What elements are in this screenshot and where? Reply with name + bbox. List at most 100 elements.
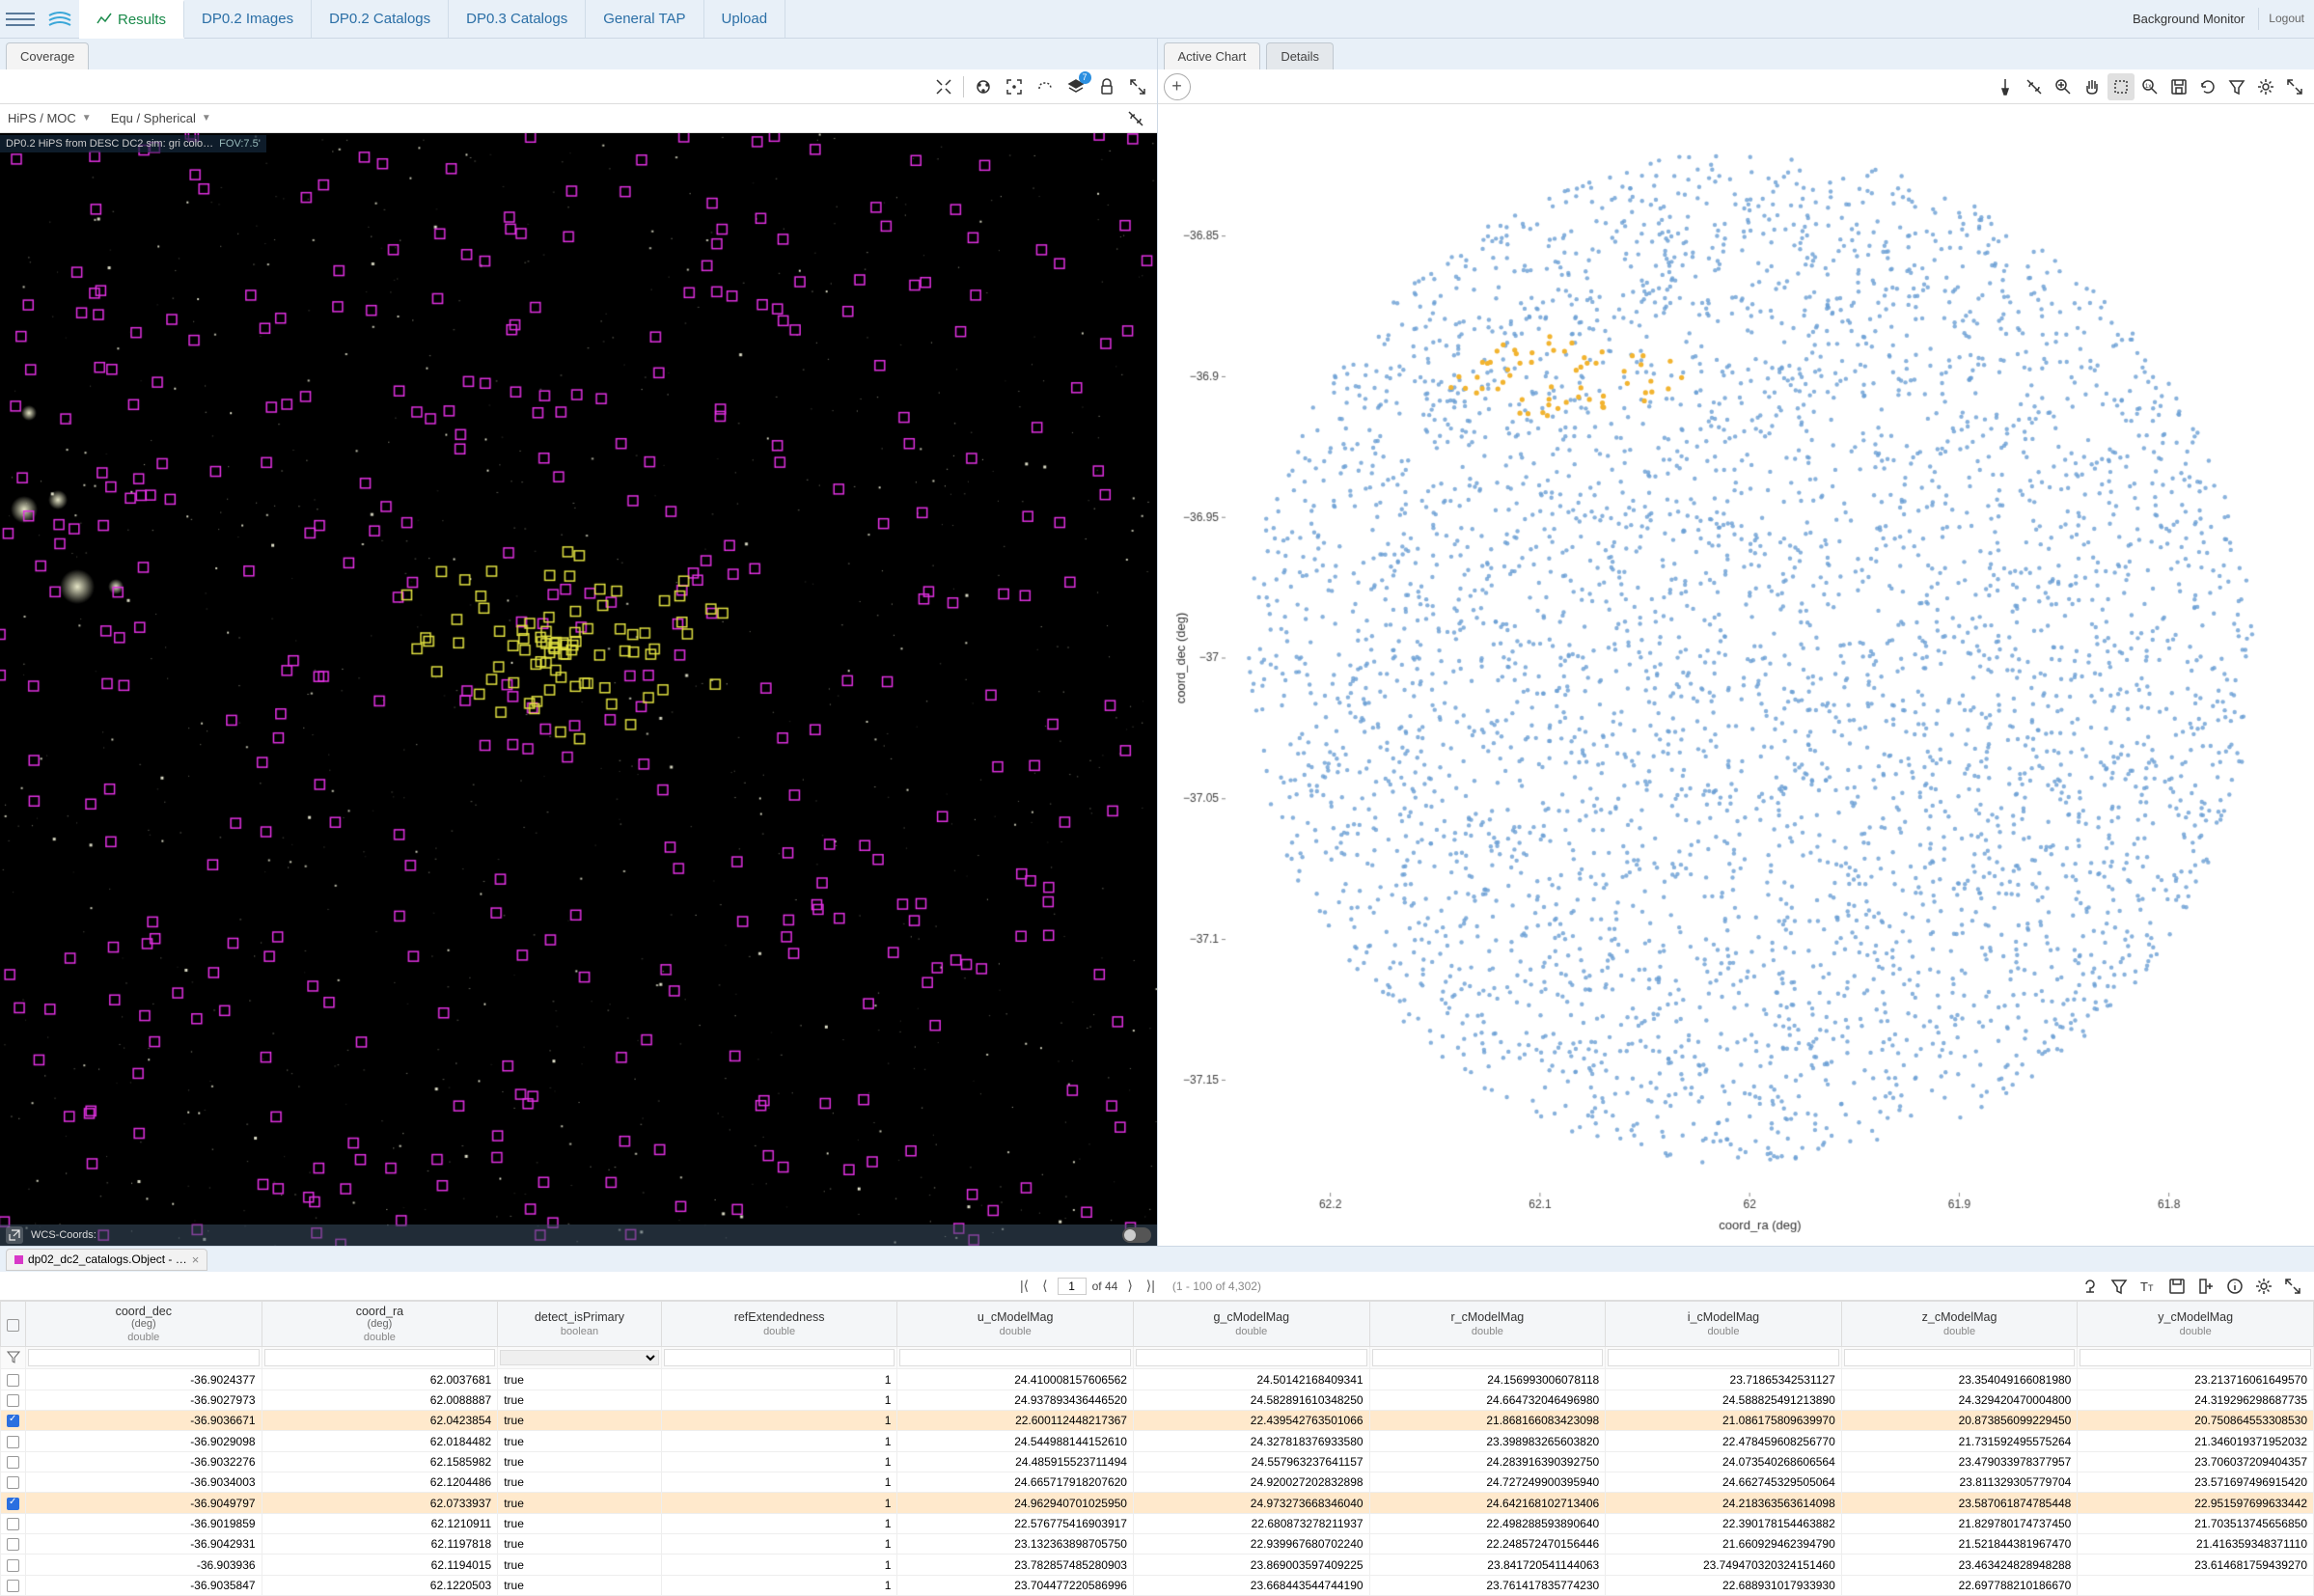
filter-input[interactable] [899,1349,1131,1366]
column-header[interactable]: coord_ra(deg)double [262,1302,498,1347]
tab-coverage[interactable]: Coverage [6,42,89,69]
hips-dropdown[interactable]: HiPS / MOC▼ [8,111,92,125]
filter-input[interactable] [2080,1349,2311,1366]
tab-dp02-catalogs[interactable]: DP0.2 Catalogs [312,0,449,38]
row-checkbox[interactable] [7,1456,19,1469]
microscope-icon[interactable] [2077,1273,2104,1300]
filter-select[interactable] [500,1350,659,1365]
pin-icon[interactable] [1992,73,2019,100]
filter-input[interactable] [664,1349,895,1366]
row-checkbox[interactable] [7,1394,19,1407]
unlink-icon[interactable] [2021,73,2048,100]
tab-details[interactable]: Details [1266,42,1334,69]
sky-image[interactable]: DP0.2 HiPS from DESC DC2 sim: gri colo… … [0,133,1157,1246]
prev-page-button[interactable]: ⟨ [1038,1276,1051,1296]
tab-active-chart[interactable]: Active Chart [1164,42,1261,69]
region-icon[interactable] [1032,73,1059,100]
background-monitor-link[interactable]: Background Monitor [2119,12,2258,26]
lock-icon[interactable] [1093,73,1120,100]
zoom-in-icon[interactable] [2050,73,2077,100]
column-header[interactable]: refExtendednessdouble [661,1302,897,1347]
scatter-chart[interactable] [1158,104,2314,1246]
column-header[interactable]: u_cModelMagdouble [897,1302,1134,1347]
column-header[interactable]: z_cModelMagdouble [1841,1302,2078,1347]
color-icon[interactable] [970,73,997,100]
row-checkbox[interactable] [7,1436,19,1448]
column-header[interactable]: g_cModelMagdouble [1133,1302,1369,1347]
column-header[interactable]: y_cModelMagdouble [2078,1302,2314,1347]
tab-results[interactable]: Results [79,0,184,39]
table-row[interactable]: -36.903667162.0423854true122.60011244821… [1,1411,2314,1431]
filter-input[interactable] [28,1349,260,1366]
filter-input[interactable] [1608,1349,1839,1366]
pan-icon[interactable] [2079,73,2106,100]
link-off-icon[interactable] [1122,105,1149,132]
page-input[interactable] [1058,1278,1087,1295]
zoom-reset-icon[interactable]: 1x [2136,73,2163,100]
filter-input[interactable] [1372,1349,1604,1366]
first-page-button[interactable]: |⟨ [1016,1276,1033,1296]
layers-icon[interactable]: 7 [1062,73,1089,100]
filter-input[interactable] [1136,1349,1367,1366]
table-row[interactable]: -36.904979762.0733937true124.96294070102… [1,1493,2314,1513]
coords-toggle[interactable] [1122,1227,1151,1243]
add-chart-button[interactable]: + [1164,73,1191,100]
table-row[interactable]: -36.903584762.1220503true123.70447722058… [1,1575,2314,1595]
table-row[interactable]: -36.903227662.1585982true124.48591552371… [1,1451,2314,1472]
table-tab[interactable]: dp02_dc2_catalogs.Object - … × [6,1249,207,1271]
text-options-icon[interactable]: TT [2135,1273,2162,1300]
info-icon[interactable] [2221,1273,2248,1300]
column-header[interactable]: coord_dec(deg)double [26,1302,262,1347]
table-row[interactable]: -36.902437762.0037681true124.41000815760… [1,1369,2314,1390]
table-row[interactable]: -36.902909862.0184482true124.54498814415… [1,1431,2314,1451]
reload-icon[interactable] [2194,73,2221,100]
filter-icon[interactable] [7,1350,20,1363]
row-checkbox[interactable] [7,1476,19,1489]
filter-input[interactable] [1844,1349,2076,1366]
table-row[interactable]: -36.90393662.1194015true123.782857485280… [1,1555,2314,1575]
cell: 24.50142168409341 [1133,1369,1369,1390]
column-header[interactable]: r_cModelMagdouble [1369,1302,1606,1347]
table-row[interactable]: -36.903400362.1204486true124.66571791820… [1,1472,2314,1493]
row-checkbox[interactable] [7,1415,19,1427]
save-icon[interactable] [2165,73,2192,100]
row-checkbox[interactable] [7,1374,19,1387]
expand-icon[interactable] [2281,73,2308,100]
tab-general-tap[interactable]: General TAP [586,0,703,38]
table-row[interactable]: -36.901985962.1210911true122.57677541690… [1,1513,2314,1533]
gear-icon[interactable] [2252,73,2279,100]
column-header[interactable]: detect_isPrimaryboolean [498,1302,662,1347]
row-checkbox[interactable] [7,1538,19,1551]
select-all-checkbox[interactable] [7,1319,19,1332]
tab-dp02-images[interactable]: DP0.2 Images [184,0,312,38]
expand-icon[interactable] [2279,1273,2306,1300]
tools-icon[interactable] [930,73,957,100]
filter-icon[interactable] [2106,1273,2133,1300]
projection-dropdown[interactable]: Equ / Spherical▼ [111,111,211,125]
row-checkbox[interactable] [7,1580,19,1592]
add-column-icon[interactable] [2192,1273,2219,1300]
close-icon[interactable]: × [192,1252,200,1267]
row-checkbox[interactable] [7,1518,19,1530]
table-row[interactable]: -36.904293162.1197818true123.13236389870… [1,1534,2314,1555]
tab-dp03-catalogs[interactable]: DP0.3 Catalogs [449,0,586,38]
select-box-icon[interactable] [2107,73,2135,100]
filter-input[interactable] [264,1349,496,1366]
gear-icon[interactable] [2250,1273,2277,1300]
next-page-button[interactable]: ⟩ [1123,1276,1136,1296]
column-header[interactable]: i_cModelMagdouble [1606,1302,1842,1347]
center-icon[interactable] [1001,73,1028,100]
row-checkbox[interactable] [7,1498,19,1510]
filter-icon[interactable] [2223,73,2250,100]
tab-upload[interactable]: Upload [704,0,786,38]
menu-icon[interactable] [6,5,35,34]
save-icon[interactable] [2163,1273,2190,1300]
cell: 21.346019371952032 [2078,1431,2314,1451]
logout-link[interactable]: Logout [2258,8,2314,30]
last-page-button[interactable]: ⟩| [1143,1276,1159,1296]
row-checkbox[interactable] [7,1559,19,1572]
popout-icon[interactable] [6,1226,23,1244]
expand-icon[interactable] [1124,73,1151,100]
cell: 24.319296298687735 [2078,1390,2314,1410]
table-row[interactable]: -36.902797362.0088887true124.93789343644… [1,1390,2314,1410]
